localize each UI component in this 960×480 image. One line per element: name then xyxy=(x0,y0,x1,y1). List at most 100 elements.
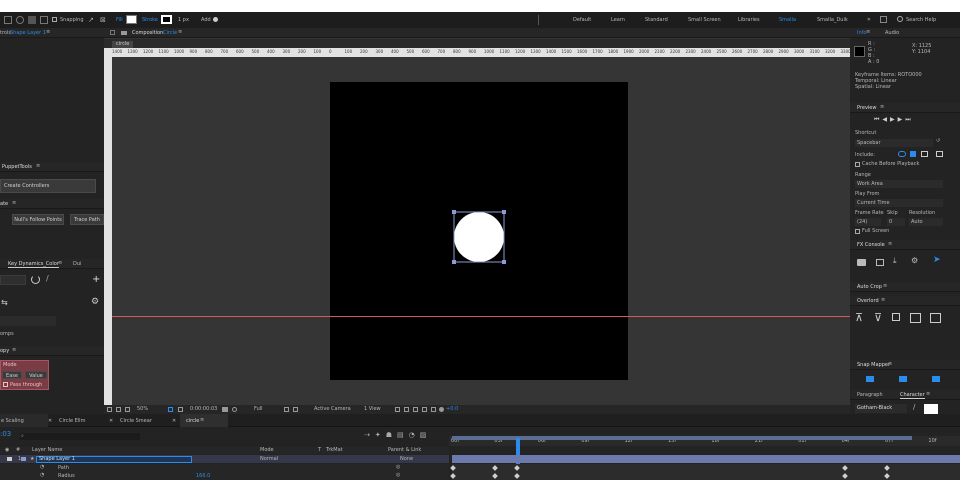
timeline-tab-circle-smear[interactable]: Circle Smear xyxy=(120,419,152,424)
stopwatch-icon[interactable]: ◔ xyxy=(40,465,44,470)
tool-icon[interactable] xyxy=(4,16,12,24)
graph-icon[interactable]: ◎ xyxy=(396,465,400,470)
audio-tab[interactable]: Audio xyxy=(885,31,899,36)
col-parent[interactable]: Parent & Link xyxy=(388,448,421,453)
close-icon[interactable]: ✕ xyxy=(172,419,176,424)
include-audio-icon[interactable] xyxy=(910,151,916,157)
key-dynamics-tab[interactable]: Key Dynamics_Color xyxy=(8,262,59,268)
trace-path-button[interactable]: Trace Path xyxy=(70,214,104,225)
shape-layer-selection[interactable] xyxy=(448,206,510,268)
overlord-push-icon[interactable]: ⊼ xyxy=(855,312,863,323)
workspace-menu-icon[interactable] xyxy=(880,16,887,23)
stroke-swatch[interactable] xyxy=(161,15,172,24)
ruler-guide[interactable] xyxy=(112,316,850,317)
snap-options-icon[interactable]: ↗ xyxy=(88,16,95,24)
graph-icon[interactable]: ◎ xyxy=(396,473,400,478)
keyframe[interactable] xyxy=(514,473,520,479)
region-icon[interactable] xyxy=(178,407,183,412)
keyframe[interactable] xyxy=(842,465,848,471)
keyframe[interactable] xyxy=(514,465,520,471)
circle-shape[interactable] xyxy=(454,212,504,262)
tool-icon[interactable] xyxy=(28,16,36,24)
keyframe[interactable] xyxy=(450,473,456,479)
zoom-level[interactable]: 50% xyxy=(137,407,148,412)
layer-name[interactable]: Shape Layer 1 xyxy=(36,456,192,463)
preview-tab[interactable]: Preview xyxy=(857,106,876,111)
panel-menu-icon[interactable]: ≡ xyxy=(12,201,16,206)
panel-menu-icon[interactable]: ≡ xyxy=(58,261,62,266)
comp-flowchart-icon[interactable]: ⇢ xyxy=(364,431,375,439)
gear-icon[interactable]: ⚙ xyxy=(911,257,918,265)
transform-handle[interactable] xyxy=(452,260,456,264)
transform-handle[interactable] xyxy=(452,210,456,214)
current-timecode[interactable]: 0:00:00:03 xyxy=(190,407,217,412)
timeline-search-input[interactable] xyxy=(20,433,140,440)
pass-through-checkbox[interactable] xyxy=(3,382,8,387)
col-trkmat[interactable]: TrkMat xyxy=(326,448,343,453)
play-from-select[interactable]: Current Time xyxy=(855,199,943,207)
include-layer-icon[interactable] xyxy=(936,151,943,157)
layer-parent[interactable]: None xyxy=(400,457,413,462)
camera-select[interactable]: Active Camera xyxy=(314,407,351,412)
work-area-bar[interactable] xyxy=(452,436,912,440)
copy-panel-tab[interactable]: opy xyxy=(0,349,9,354)
frame-rate-select[interactable]: (24) xyxy=(855,218,881,226)
workspace-small-screen[interactable]: Small Screen xyxy=(688,18,721,23)
panel-menu-icon[interactable]: ≡ xyxy=(36,164,40,169)
panel-menu-icon[interactable]: ≡ xyxy=(881,298,885,303)
add-icon[interactable] xyxy=(213,17,218,22)
paragraph-tab[interactable]: Paragraph xyxy=(857,393,883,398)
keyframe[interactable] xyxy=(842,473,848,479)
panel-menu-icon[interactable]: ≡ xyxy=(888,362,892,367)
stroke-label[interactable]: Stroke xyxy=(142,18,158,23)
character-tab[interactable]: Character xyxy=(900,393,925,399)
swap-icon[interactable]: ⇆ xyxy=(1,299,8,307)
keyframe[interactable] xyxy=(884,473,890,479)
panel-menu-icon[interactable]: ≡ xyxy=(888,242,892,247)
overlord-tab[interactable]: Overlord xyxy=(857,299,879,304)
lock-icon[interactable] xyxy=(110,30,115,35)
workspace-libraries[interactable]: Libraries xyxy=(738,18,760,23)
last-frame-icon[interactable]: ⏭ xyxy=(905,116,913,123)
transform-handle[interactable] xyxy=(502,210,506,214)
breadcrumb[interactable]: circle xyxy=(112,41,134,48)
composition-name[interactable]: Circle xyxy=(163,31,177,36)
cache-checkbox[interactable] xyxy=(855,162,860,167)
visibility-icon[interactable] xyxy=(7,457,12,461)
composition-label[interactable]: Composition xyxy=(132,31,163,36)
workspace-overflow-icon[interactable]: » xyxy=(867,17,871,23)
timeline-tab-circle[interactable]: circle xyxy=(186,419,199,424)
send-icon[interactable]: ➤ xyxy=(933,256,941,265)
keyframe[interactable] xyxy=(492,465,498,471)
toggle-icon[interactable] xyxy=(413,407,418,412)
fill-label[interactable]: Fill xyxy=(116,18,123,23)
puppet-tools-tab[interactable]: PuppetTools xyxy=(2,165,32,170)
timeline-tab-scaling[interactable]: e Scaling xyxy=(1,419,24,424)
overlord-select-icon[interactable] xyxy=(892,313,900,321)
align-right-icon[interactable] xyxy=(932,376,940,382)
toggle-icon[interactable] xyxy=(422,407,427,412)
transparency-grid-icon[interactable] xyxy=(293,407,298,412)
effect-controls-layer[interactable]: Shape Layer 1 xyxy=(10,31,46,36)
panel-menu-icon[interactable]: ≡ xyxy=(866,30,870,35)
include-video-icon[interactable] xyxy=(898,151,906,157)
shortcut-select[interactable]: Spacebar xyxy=(855,139,933,147)
overlord-image-icon[interactable] xyxy=(910,313,921,323)
auto-crop-tab[interactable]: Auto Crop xyxy=(857,285,882,290)
snap-icon[interactable]: ⊠ xyxy=(100,16,107,24)
camera-snapshot-icon[interactable] xyxy=(857,259,866,266)
mask-icon[interactable] xyxy=(125,407,130,412)
resolution-select-preview[interactable]: Auto xyxy=(909,218,943,226)
null-follow-points-button[interactable]: Null's Follow Points xyxy=(12,214,64,225)
path-row[interactable]: ◔ Path ◎ xyxy=(0,464,449,472)
workspace-learn[interactable]: Learn xyxy=(611,18,625,23)
frame-blend-icon[interactable]: ▤ xyxy=(397,431,409,439)
range-select[interactable]: Work Area xyxy=(855,180,943,188)
exposure-icon[interactable] xyxy=(439,407,444,412)
workspace-smalla[interactable]: Smalla xyxy=(779,18,796,23)
transform-handle[interactable] xyxy=(502,260,506,264)
full-screen-checkbox[interactable] xyxy=(855,229,860,234)
keyframe[interactable] xyxy=(492,473,498,479)
timeline-tab-circle-ellm[interactable]: Circle Ellm xyxy=(59,419,85,424)
reset-icon[interactable]: ↺ xyxy=(936,139,940,144)
